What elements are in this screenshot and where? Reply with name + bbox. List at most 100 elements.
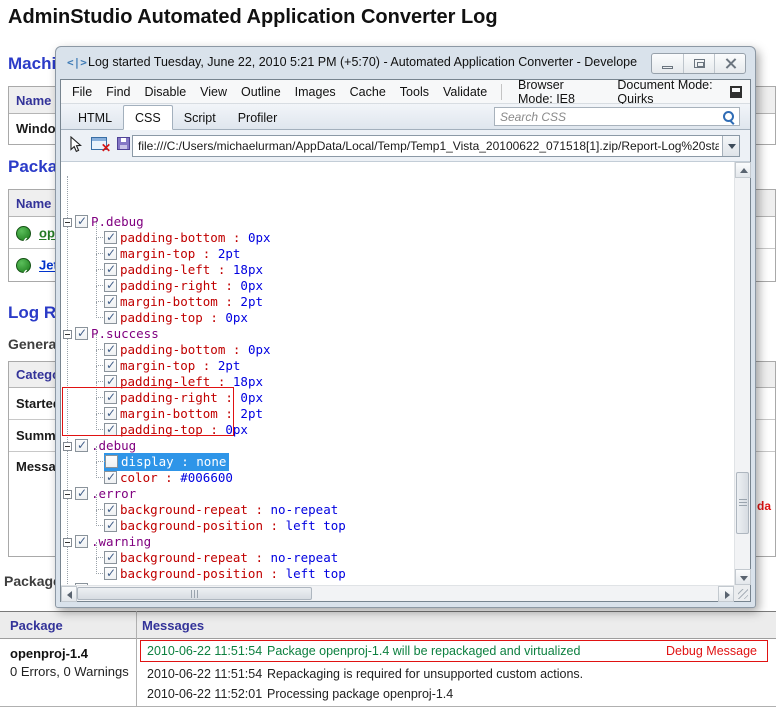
- menu-tools[interactable]: Tools: [393, 85, 436, 99]
- css-rule-row[interactable]: P.debug: [63, 213, 734, 229]
- css-property-row[interactable]: padding-right : 0px: [104, 277, 734, 293]
- collapse-icon[interactable]: [63, 218, 72, 227]
- url-dropdown-icon[interactable]: [722, 136, 739, 156]
- property-checkbox[interactable]: [104, 231, 117, 244]
- rule-checkbox[interactable]: [75, 327, 88, 340]
- property-checkbox[interactable]: [104, 295, 117, 308]
- css-property-row[interactable]: padding-top : 0px: [104, 421, 734, 437]
- css-property-row[interactable]: margin-bottom : 2pt: [104, 293, 734, 309]
- tab-script[interactable]: Script: [173, 106, 227, 129]
- property-checkbox[interactable]: [104, 551, 117, 564]
- save-icon[interactable]: [117, 137, 130, 150]
- menu-outline[interactable]: Outline: [234, 85, 288, 99]
- message-time: 2010-06-22 11:51:54: [147, 644, 267, 658]
- scroll-right-button[interactable]: [718, 586, 734, 602]
- property-name: padding-left: [120, 262, 210, 277]
- dock-bottom-icon[interactable]: [730, 86, 742, 98]
- property-checkbox[interactable]: [104, 311, 117, 324]
- css-property-row[interactable]: margin-bottom : 2pt: [104, 405, 734, 421]
- result-package-name: openproj-1.4: [10, 646, 88, 661]
- document-mode-menu[interactable]: Document Mode: Quirks: [608, 78, 729, 106]
- css-property-row[interactable]: background-repeat : no-repeat: [104, 501, 734, 517]
- collapse-icon[interactable]: [63, 330, 72, 339]
- css-property-row[interactable]: padding-bottom : 0px: [104, 341, 734, 357]
- titlebar[interactable]: <|> Log started Tuesday, June 22, 2010 5…: [56, 47, 755, 79]
- property-name: padding-bottom: [120, 230, 225, 245]
- scroll-left-button[interactable]: [61, 586, 77, 602]
- property-value: 0px: [248, 342, 271, 357]
- css-property-row[interactable]: margin-top : 2pt: [104, 245, 734, 261]
- collapse-icon[interactable]: [63, 442, 72, 451]
- restore-button[interactable]: [683, 54, 714, 73]
- scroll-up-button[interactable]: [735, 162, 751, 178]
- property-checkbox[interactable]: [104, 279, 117, 292]
- rule-checkbox[interactable]: [75, 487, 88, 500]
- property-checkbox[interactable]: [104, 423, 117, 436]
- search-input[interactable]: Search CSS: [494, 107, 740, 126]
- collapse-icon[interactable]: [63, 490, 72, 499]
- green-check-icon: [16, 258, 31, 273]
- css-property-row[interactable]: padding-top : 0px: [104, 309, 734, 325]
- css-property-row[interactable]: margin-top : 2pt: [104, 357, 734, 373]
- menu-view[interactable]: View: [193, 85, 234, 99]
- collapse-icon[interactable]: [63, 538, 72, 547]
- tab-css[interactable]: CSS: [123, 105, 173, 130]
- css-rule-row[interactable]: .debug: [63, 437, 734, 453]
- search-icon[interactable]: [723, 111, 735, 123]
- resize-grip[interactable]: [734, 585, 750, 601]
- menu-cache[interactable]: Cache: [343, 85, 393, 99]
- devtools-window-icon: <|>: [67, 56, 87, 69]
- vertical-scrollbar[interactable]: [734, 162, 750, 585]
- css-rule-row[interactable]: .warning: [63, 533, 734, 549]
- property-checkbox[interactable]: [104, 343, 117, 356]
- clear-css-icon[interactable]: [91, 137, 107, 150]
- menu-validate[interactable]: Validate: [436, 85, 494, 99]
- property-value: #006600: [180, 470, 233, 485]
- log-message-row: 2010-06-22 11:51:54Package openproj-1.4 …: [140, 640, 768, 662]
- horizontal-scrollbar[interactable]: [61, 585, 734, 601]
- property-colon: :: [203, 422, 226, 437]
- rule-checkbox[interactable]: [75, 439, 88, 452]
- rule-checkbox[interactable]: [75, 215, 88, 228]
- scroll-down-button[interactable]: [735, 569, 751, 585]
- menu-file[interactable]: File: [65, 85, 99, 99]
- css-property-row[interactable]: padding-left : 18px: [104, 261, 734, 277]
- property-checkbox[interactable]: [104, 407, 117, 420]
- property-checkbox[interactable]: [104, 263, 117, 276]
- css-property-row[interactable]: display : none: [104, 453, 734, 469]
- minimize-button[interactable]: [652, 54, 683, 73]
- property-checkbox[interactable]: [104, 503, 117, 516]
- css-property-row[interactable]: background-position : left top: [104, 565, 734, 581]
- url-combobox[interactable]: file:///C:/Users/michaelurman/AppData/Lo…: [132, 135, 740, 157]
- property-checkbox[interactable]: [104, 359, 117, 372]
- property-checkbox[interactable]: [104, 375, 117, 388]
- property-checkbox[interactable]: [104, 247, 117, 260]
- browser-mode-menu[interactable]: Browser Mode: IE8: [509, 78, 608, 106]
- vertical-scroll-thumb[interactable]: [736, 472, 749, 534]
- css-property-row[interactable]: color : #006600: [104, 469, 734, 485]
- property-checkbox[interactable]: [105, 455, 118, 468]
- property-colon: :: [218, 294, 241, 309]
- css-property-row[interactable]: padding-left : 18px: [104, 373, 734, 389]
- property-checkbox[interactable]: [104, 519, 117, 532]
- css-property-row[interactable]: background-position : left top: [104, 517, 734, 533]
- property-checkbox[interactable]: [104, 391, 117, 404]
- property-value: 0px: [225, 422, 248, 437]
- horizontal-scroll-thumb[interactable]: [77, 587, 312, 600]
- menu-find[interactable]: Find: [99, 85, 137, 99]
- css-property-row[interactable]: background-repeat : no-repeat: [104, 549, 734, 565]
- menu-disable[interactable]: Disable: [137, 85, 193, 99]
- restore-icon: [694, 59, 705, 68]
- menu-images[interactable]: Images: [288, 85, 343, 99]
- property-checkbox[interactable]: [104, 567, 117, 580]
- css-property-row[interactable]: padding-right : 0px: [104, 389, 734, 405]
- css-property-row[interactable]: padding-bottom : 0px: [104, 229, 734, 245]
- css-rule-row[interactable]: .error: [63, 485, 734, 501]
- property-checkbox[interactable]: [104, 471, 117, 484]
- tab-profiler[interactable]: Profiler: [227, 106, 289, 129]
- css-rule-row[interactable]: P.success: [63, 325, 734, 341]
- select-element-tool-icon[interactable]: [68, 136, 83, 153]
- close-button[interactable]: [714, 54, 745, 73]
- rule-checkbox[interactable]: [75, 535, 88, 548]
- tab-html[interactable]: HTML: [67, 106, 123, 129]
